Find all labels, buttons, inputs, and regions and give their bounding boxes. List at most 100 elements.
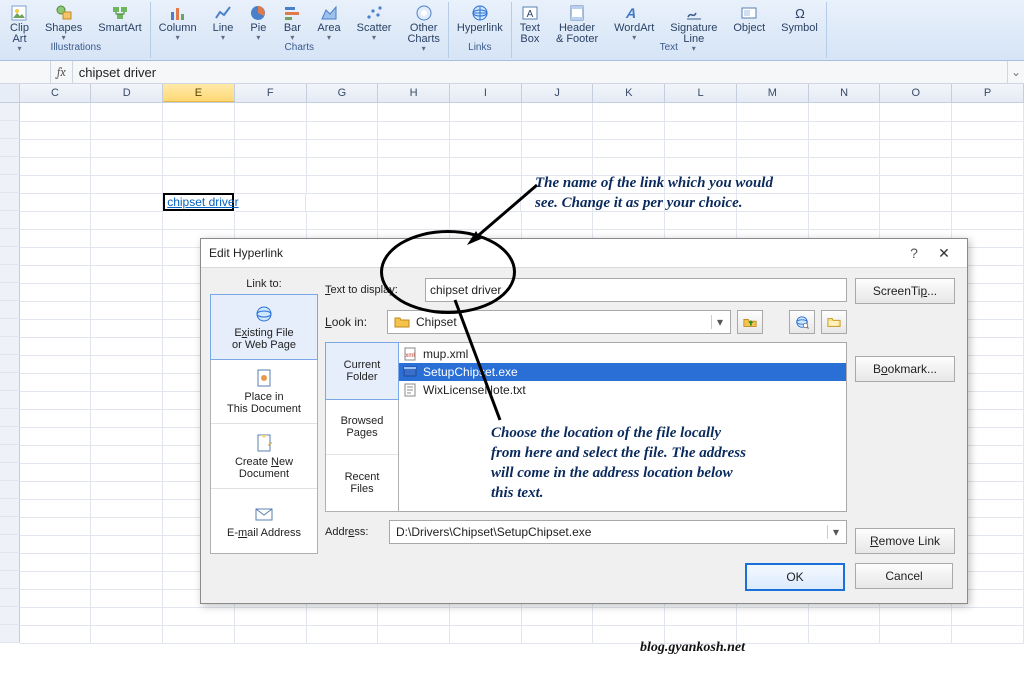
cell[interactable] (20, 373, 92, 392)
row-header[interactable] (0, 373, 20, 391)
row-header[interactable] (0, 499, 20, 517)
cell[interactable] (737, 625, 809, 644)
cell[interactable] (809, 157, 881, 176)
cell[interactable] (20, 175, 92, 194)
ribbon-text-box[interactable]: ATextBox (512, 2, 548, 42)
cell[interactable] (163, 625, 235, 644)
ribbon-symbol[interactable]: ΩSymbol (773, 2, 826, 42)
cell[interactable] (880, 607, 952, 626)
cell[interactable] (307, 607, 379, 626)
cell[interactable] (91, 121, 163, 140)
cell[interactable] (880, 157, 952, 176)
cell[interactable] (20, 193, 92, 212)
cell[interactable] (593, 103, 665, 122)
cell[interactable] (880, 121, 952, 140)
cell[interactable] (378, 211, 450, 230)
cell[interactable] (20, 283, 92, 302)
cell[interactable] (20, 589, 92, 608)
cell[interactable] (234, 193, 306, 212)
cell[interactable] (809, 211, 881, 230)
column-header-K[interactable]: K (593, 84, 665, 102)
cell[interactable] (378, 625, 450, 644)
cell[interactable] (91, 463, 163, 482)
ribbon-bar[interactable]: Bar▾ (275, 2, 309, 42)
select-all-corner[interactable] (0, 84, 20, 102)
cell[interactable] (952, 175, 1024, 194)
cell[interactable] (20, 337, 92, 356)
cell[interactable] (522, 625, 594, 644)
cell[interactable] (163, 139, 235, 158)
row-header[interactable] (0, 211, 20, 229)
column-header-C[interactable]: C (20, 84, 92, 102)
column-header-H[interactable]: H (378, 84, 450, 102)
cell[interactable] (20, 103, 92, 122)
column-header-O[interactable]: O (880, 84, 952, 102)
cell[interactable] (235, 139, 307, 158)
cell[interactable] (20, 463, 92, 482)
cell[interactable] (522, 607, 594, 626)
cell[interactable] (163, 157, 235, 176)
cell[interactable] (91, 355, 163, 374)
cell[interactable] (163, 103, 235, 122)
column-header-D[interactable]: D (91, 84, 163, 102)
cell[interactable] (665, 121, 737, 140)
cell[interactable] (809, 103, 881, 122)
cell[interactable] (91, 571, 163, 590)
row-header[interactable] (0, 589, 20, 607)
cell[interactable] (91, 175, 163, 194)
column-header-G[interactable]: G (307, 84, 379, 102)
cell[interactable] (522, 139, 594, 158)
cell[interactable] (450, 121, 522, 140)
row-header[interactable] (0, 175, 20, 193)
cell[interactable] (809, 139, 881, 158)
row-header[interactable] (0, 553, 20, 571)
cell[interactable] (235, 103, 307, 122)
cell[interactable] (235, 121, 307, 140)
cell[interactable] (952, 103, 1024, 122)
row-header[interactable] (0, 193, 20, 211)
cell[interactable] (163, 175, 235, 194)
cell[interactable] (20, 517, 92, 536)
cell[interactable] (20, 139, 92, 158)
row-header[interactable] (0, 571, 20, 589)
cell[interactable] (522, 103, 594, 122)
screentip-button[interactable]: ScreenTip... (855, 278, 955, 304)
cell[interactable] (20, 553, 92, 572)
ribbon-column[interactable]: Column▾ (151, 2, 205, 42)
row-header[interactable] (0, 481, 20, 499)
ribbon-object[interactable]: Object (725, 2, 773, 42)
linkto-create-new-document[interactable]: Create New Document (211, 424, 317, 489)
cell[interactable] (20, 265, 92, 284)
up-folder-button[interactable] (737, 310, 763, 334)
cell[interactable] (163, 211, 235, 230)
ribbon-shapes[interactable]: Shapes▾ (37, 2, 90, 42)
cell[interactable] (235, 175, 307, 194)
cell[interactable] (880, 211, 952, 230)
cell[interactable] (809, 121, 881, 140)
navtab-current-folder[interactable]: CurrentFolder (325, 342, 399, 400)
cell[interactable] (378, 193, 450, 212)
cell[interactable] (91, 193, 163, 212)
cell[interactable] (593, 121, 665, 140)
cell[interactable] (378, 175, 450, 194)
column-header-I[interactable]: I (450, 84, 522, 102)
cell[interactable] (20, 211, 92, 230)
cell[interactable] (307, 121, 379, 140)
cell[interactable] (450, 103, 522, 122)
cell[interactable] (737, 103, 809, 122)
cell[interactable] (450, 139, 522, 158)
cancel-button[interactable]: Cancel (855, 563, 953, 589)
cell[interactable] (91, 265, 163, 284)
cell[interactable] (91, 481, 163, 500)
cell[interactable] (880, 139, 952, 158)
row-header[interactable] (0, 301, 20, 319)
help-button[interactable]: ? (899, 245, 929, 261)
cell[interactable] (91, 553, 163, 572)
cell[interactable] (880, 193, 952, 212)
linkto-place-in-this-document[interactable]: Place inThis Document (211, 359, 317, 424)
cell[interactable] (593, 139, 665, 158)
cell[interactable] (91, 283, 163, 302)
row-header[interactable] (0, 103, 20, 121)
cell[interactable] (91, 139, 163, 158)
ribbon-scatter[interactable]: Scatter▾ (349, 2, 400, 42)
